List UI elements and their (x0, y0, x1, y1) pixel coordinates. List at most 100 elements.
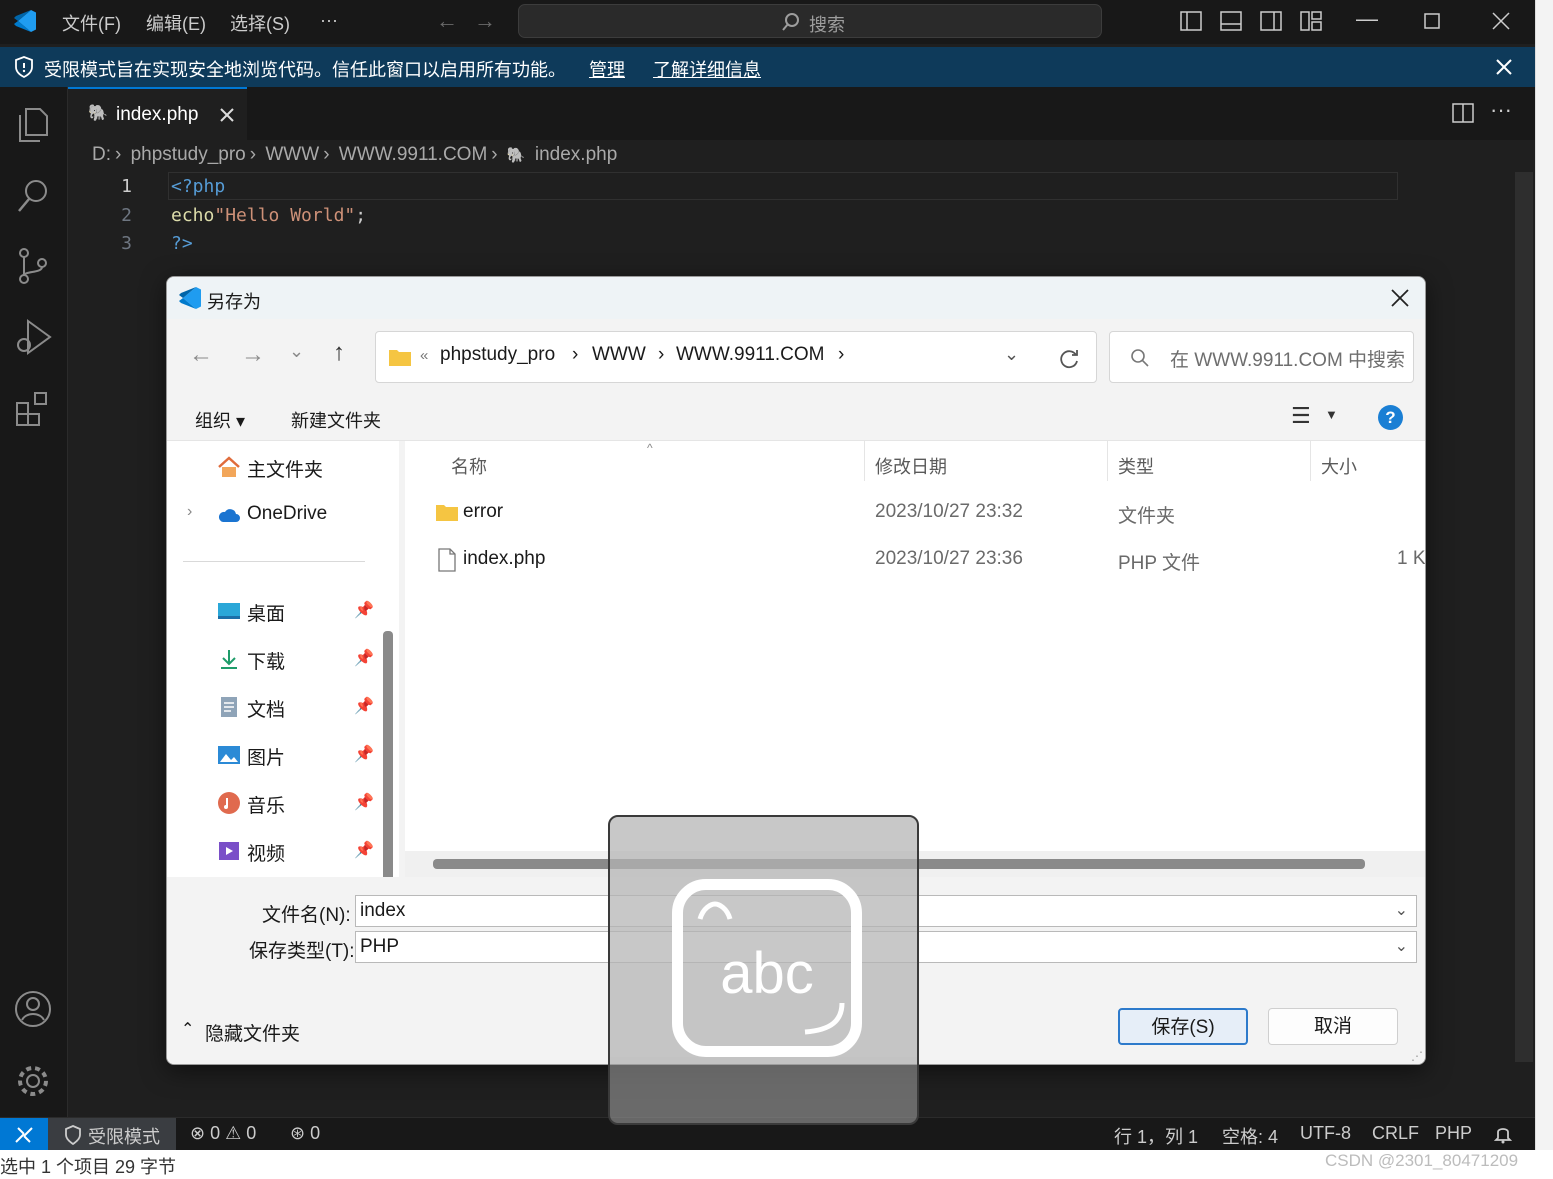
pane-splitter[interactable] (399, 441, 405, 877)
address-segment-site[interactable]: WWW.9911.COM (676, 344, 825, 366)
folder-search-input[interactable]: 在 WWW.9911.COM 中搜索 (1109, 331, 1414, 383)
problems-status[interactable]: ⊗ 0 ⚠ 0 (190, 1123, 256, 1144)
command-center-search[interactable]: 搜索 (518, 4, 1102, 38)
column-header-modified[interactable]: 修改日期 (875, 453, 947, 479)
back-arrow-icon[interactable]: ← (436, 8, 458, 34)
chevron-right-icon[interactable]: › (572, 344, 578, 366)
up-arrow-icon[interactable]: ↑ (333, 339, 345, 367)
address-segment-www[interactable]: WWW (592, 344, 646, 366)
address-dropdown-icon[interactable]: ⌄ (1004, 344, 1019, 365)
split-editor-icon[interactable] (1452, 103, 1474, 123)
home-icon (218, 456, 240, 477)
settings-gear-icon[interactable] (14, 1061, 54, 1101)
overflow-chevron-icon[interactable]: « (420, 347, 428, 364)
run-debug-icon[interactable] (14, 317, 54, 357)
pin-icon[interactable]: 📌 (354, 648, 374, 668)
new-folder-button[interactable]: 新建文件夹 (291, 407, 381, 433)
indentation-status[interactable]: 空格: 4 (1222, 1123, 1278, 1149)
toggle-panel-icon[interactable] (1220, 11, 1242, 31)
encoding-status[interactable]: UTF-8 (1300, 1123, 1351, 1144)
ports-status[interactable]: ⊛ 0 (290, 1123, 320, 1144)
file-row[interactable]: index.php 2023/10/27 23:36 PHP 文件 1 K (405, 538, 1425, 582)
source-control-icon[interactable] (14, 245, 52, 285)
nav-item-downloads[interactable]: 下载 📌 (167, 639, 399, 679)
menu-edit[interactable]: 编辑(E) (146, 10, 206, 36)
search-icon[interactable] (14, 175, 52, 215)
forward-arrow-icon[interactable]: → (474, 8, 496, 34)
nav-item-desktop[interactable]: 桌面 📌 (167, 591, 399, 631)
tab-index-php[interactable]: 🐘 index.php (68, 87, 247, 140)
breadcrumb-site[interactable]: WWW.9911.COM (339, 144, 488, 165)
recent-locations-icon[interactable]: ⌄ (289, 341, 304, 362)
restricted-mode-status[interactable]: 受限模式 (48, 1118, 176, 1150)
learn-more-link[interactable]: 了解详细信息 (653, 56, 761, 82)
breadcrumb-file[interactable]: index.php (535, 144, 617, 165)
menu-selection[interactable]: 选择(S) (230, 10, 290, 36)
nav-item-documents[interactable]: 文档 📌 (167, 687, 399, 727)
column-separator[interactable] (1107, 441, 1108, 481)
chevron-right-icon[interactable]: › (658, 344, 664, 366)
line-number: 1 (121, 176, 132, 197)
eol-status[interactable]: CRLF (1372, 1123, 1419, 1144)
pin-icon[interactable]: 📌 (354, 744, 374, 764)
forward-arrow-icon[interactable]: → (241, 341, 265, 369)
pin-icon[interactable]: 📌 (354, 840, 374, 860)
breadcrumb-phpstudy[interactable]: phpstudy_pro (131, 144, 246, 165)
nav-item-videos[interactable]: 视频 📌 (167, 831, 399, 871)
breadcrumb-drive[interactable]: D: (92, 144, 111, 165)
view-dropdown-icon[interactable]: ▼ (1325, 407, 1338, 422)
nav-item-pictures[interactable]: 图片 📌 (167, 735, 399, 775)
file-row[interactable]: error 2023/10/27 23:32 文件夹 (405, 491, 1425, 535)
menu-more[interactable]: ··· (320, 10, 338, 31)
toggle-sidebar-icon[interactable] (1180, 11, 1202, 31)
maximize-icon[interactable] (1424, 13, 1440, 29)
bell-icon[interactable] (1494, 1124, 1512, 1144)
pin-icon[interactable]: 📌 (354, 792, 374, 812)
pin-icon[interactable]: 📌 (354, 600, 374, 620)
close-dialog-icon[interactable] (1391, 289, 1409, 307)
nav-item-home[interactable]: 主文件夹 (167, 447, 399, 487)
column-separator[interactable] (1310, 441, 1311, 481)
toggle-secondary-sidebar-icon[interactable] (1260, 11, 1282, 31)
nav-item-music[interactable]: 音乐 📌 (167, 783, 399, 823)
help-icon[interactable]: ? (1378, 405, 1403, 430)
breadcrumb-www[interactable]: WWW (265, 144, 319, 165)
resize-grip-icon[interactable]: ⋰ (1411, 1049, 1423, 1063)
save-button[interactable]: 保存(S) (1118, 1008, 1248, 1045)
column-header-name[interactable]: 名称 (451, 453, 487, 479)
language-status[interactable]: PHP (1435, 1123, 1472, 1144)
customize-layout-icon[interactable] (1300, 11, 1322, 31)
minimize-icon[interactable]: — (1356, 6, 1378, 32)
close-tab-icon[interactable] (220, 108, 234, 122)
pin-icon[interactable]: 📌 (354, 696, 374, 716)
chevron-right-icon[interactable]: › (838, 344, 844, 366)
cancel-button[interactable]: 取消 (1268, 1008, 1398, 1045)
editor-vertical-scrollbar[interactable] (1515, 172, 1533, 1062)
expand-chevron-icon[interactable]: › (187, 503, 192, 521)
nav-pane-scrollbar[interactable] (383, 631, 393, 897)
close-banner-icon[interactable] (1496, 59, 1512, 75)
view-options-icon[interactable]: ☰ (1291, 403, 1311, 429)
column-header-size[interactable]: 大小 (1321, 453, 1357, 479)
refresh-icon[interactable] (1058, 347, 1080, 369)
accounts-icon[interactable] (14, 989, 54, 1029)
address-bar[interactable]: « phpstudy_pro › WWW › WWW.9911.COM › ⌄ (375, 331, 1097, 383)
more-actions-icon[interactable]: ··· (1490, 97, 1512, 123)
nav-item-onedrive[interactable]: › OneDrive (167, 495, 399, 535)
remote-indicator-button[interactable] (0, 1118, 48, 1150)
organize-button[interactable]: 组织 ▾ (195, 407, 245, 433)
extensions-icon[interactable] (14, 389, 54, 429)
manage-link[interactable]: 管理 (589, 56, 625, 82)
column-header-type[interactable]: 类型 (1118, 453, 1154, 479)
hide-folders-toggle[interactable]: 隐藏文件夹 (205, 1019, 300, 1046)
chevron-down-icon[interactable]: ⌄ (1395, 900, 1408, 920)
column-separator[interactable] (864, 441, 865, 481)
close-window-icon[interactable] (1492, 12, 1510, 30)
cursor-position[interactable]: 行 1，列 1 (1114, 1123, 1198, 1149)
explorer-icon[interactable] (14, 103, 52, 143)
back-arrow-icon[interactable]: ← (189, 341, 213, 369)
chevron-down-icon[interactable]: ⌄ (1395, 936, 1408, 956)
menu-file[interactable]: 文件(F) (62, 10, 121, 36)
address-segment-phpstudy[interactable]: phpstudy_pro (440, 344, 555, 366)
chevron-up-icon[interactable]: ⌃ (181, 1019, 194, 1039)
